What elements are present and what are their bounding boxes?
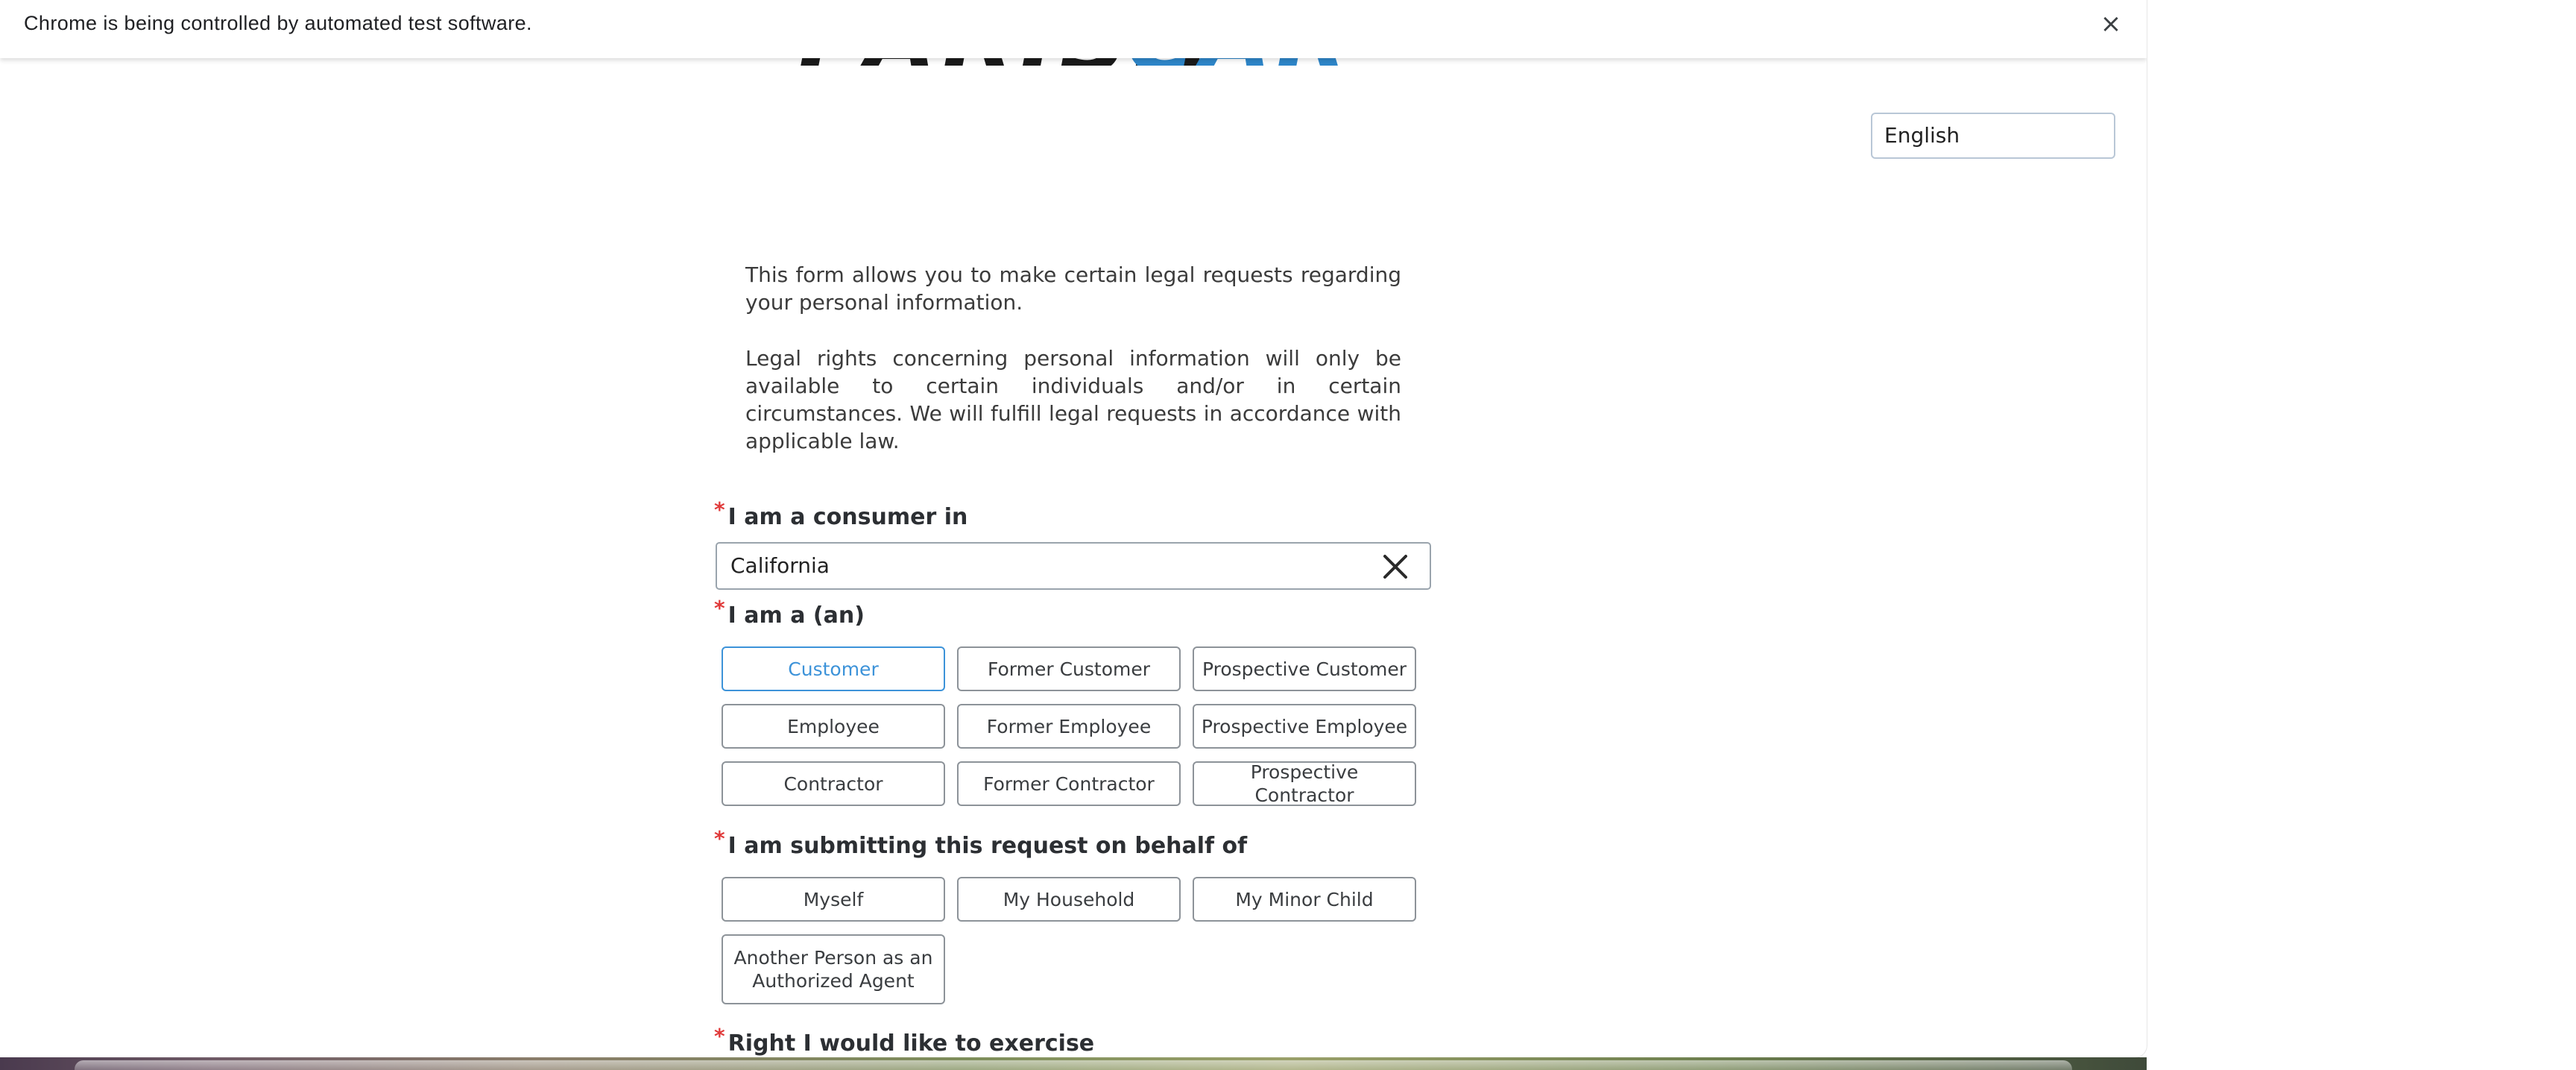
option-prospective-customer[interactable]: Prospective Customer (1193, 646, 1416, 691)
option-myself[interactable]: Myself (722, 877, 945, 922)
automation-infobar: Chrome is being controlled by automated … (0, 0, 2147, 58)
option-prospective-employee[interactable]: Prospective Employee (1193, 704, 1416, 749)
i-am-a-label-text: I am a (an) (727, 602, 865, 629)
required-asterisk: * (714, 497, 725, 522)
consumer-state-value: California (730, 553, 830, 578)
i-am-a-label: * I am a (an) (714, 596, 865, 629)
right-to-exercise-label-text: Right I would like to exercise (727, 1030, 1095, 1057)
option-employee[interactable]: Employee (722, 704, 945, 749)
infobar-message: Chrome is being controlled by automated … (24, 12, 532, 34)
required-asterisk: * (714, 826, 725, 851)
option-former-employee[interactable]: Former Employee (957, 704, 1181, 749)
consumer-in-label-text: I am a consumer in (727, 504, 968, 530)
consumer-state-field[interactable]: California (716, 542, 1431, 590)
consumer-in-label: * I am a consumer in (714, 497, 968, 530)
right-to-exercise-label: * Right I would like to exercise (714, 1024, 1095, 1057)
intro-paragraph-2: Legal rights concerning personal informa… (745, 346, 1401, 453)
intro-paragraph-1: This form allows you to make certain leg… (745, 262, 1401, 315)
desktop-dock (75, 1060, 2072, 1070)
option-customer[interactable]: Customer (722, 646, 945, 691)
on-behalf-of-label: * I am submitting this request on behalf … (714, 826, 1248, 859)
clear-selection-icon[interactable] (1379, 550, 1412, 583)
required-asterisk: * (714, 1024, 725, 1048)
infobar-close-icon[interactable]: × (2097, 10, 2124, 37)
option-authorized-agent[interactable]: Another Person as an Authorized Agent (722, 934, 945, 1004)
language-select[interactable]: English (1871, 113, 2115, 159)
option-prospective-contractor[interactable]: Prospective Contractor (1193, 761, 1416, 806)
browser-viewport: Chrome is being controlled by automated … (0, 0, 2147, 1057)
on-behalf-of-label-text: I am submitting this request on behalf o… (727, 833, 1248, 859)
option-former-contractor[interactable]: Former Contractor (957, 761, 1181, 806)
option-contractor[interactable]: Contractor (722, 761, 945, 806)
option-my-minor-child[interactable]: My Minor Child (1193, 877, 1416, 922)
option-former-customer[interactable]: Former Customer (957, 646, 1181, 691)
required-asterisk: * (714, 596, 725, 620)
option-my-household[interactable]: My Household (957, 877, 1181, 922)
